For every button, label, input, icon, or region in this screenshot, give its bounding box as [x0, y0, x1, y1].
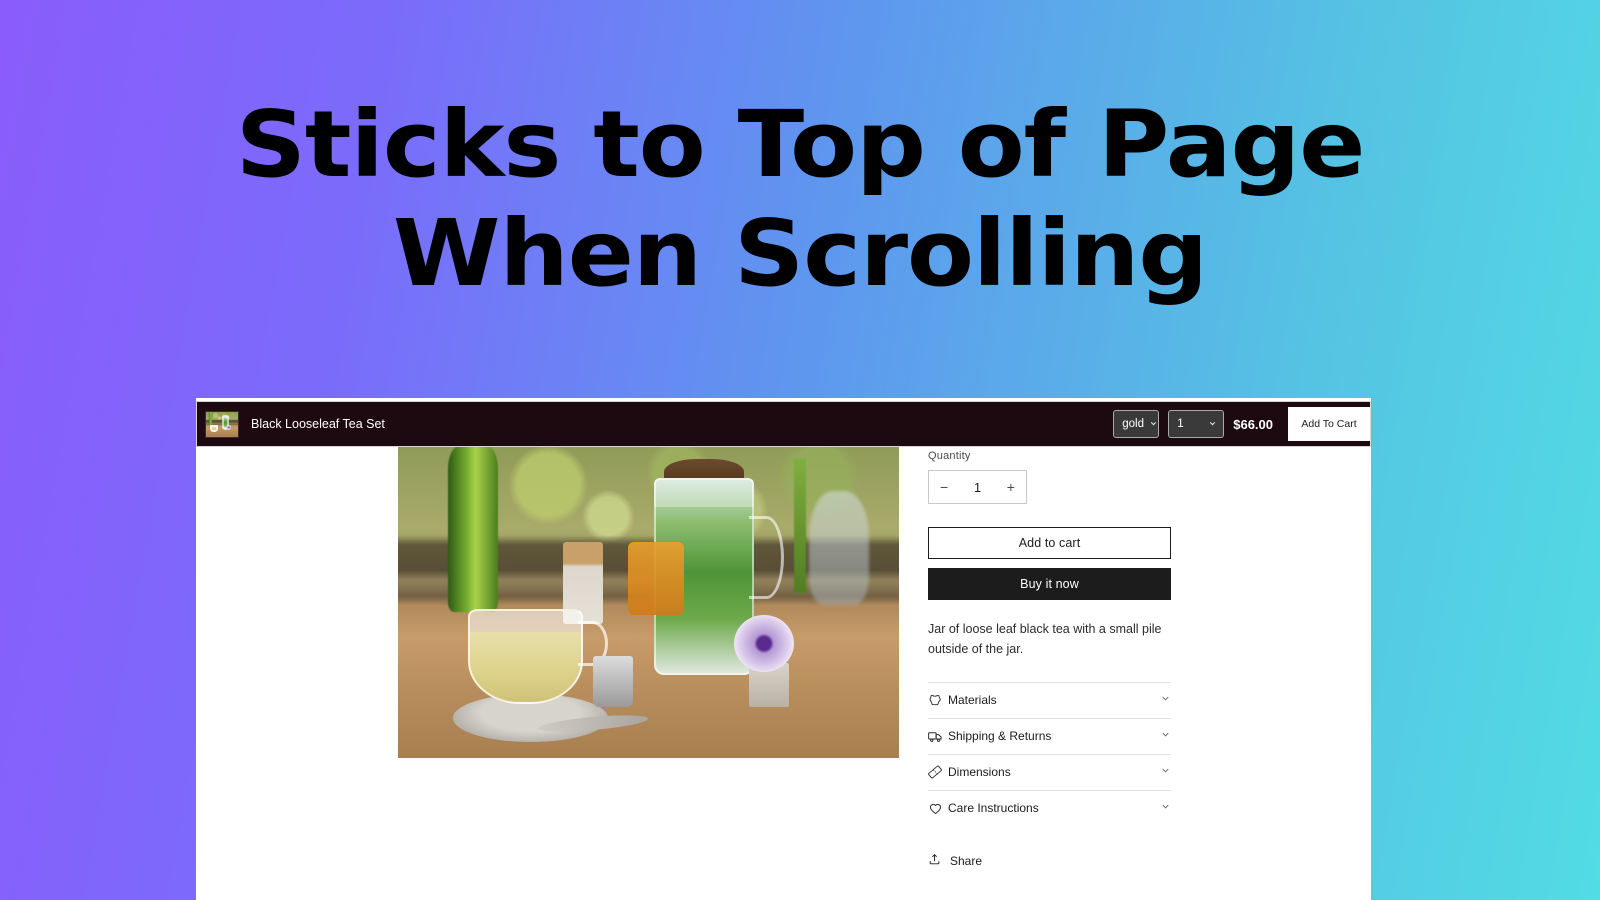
chevron-down-icon — [1208, 419, 1217, 430]
chevron-down-icon — [1160, 765, 1171, 779]
ruler-icon — [928, 765, 948, 779]
truck-icon — [928, 729, 948, 744]
sticky-price: $66.00 — [1233, 416, 1273, 432]
photo-vase — [808, 490, 869, 606]
chevron-down-icon — [1160, 801, 1171, 815]
thumb-tea-cup — [210, 424, 218, 433]
chevron-down-icon — [1160, 729, 1171, 743]
share-icon — [928, 853, 941, 869]
product-image[interactable] — [398, 440, 899, 758]
sticky-product-title: Black Looseleaf Tea Set — [251, 417, 385, 431]
share-label: Share — [950, 853, 983, 868]
product-page-panel: Quantity − 1 + Add to cart Buy it now Ja… — [196, 398, 1371, 900]
hero-banner: Sticks to Top of Page When Scrolling — [0, 0, 1600, 400]
heart-icon — [928, 801, 948, 816]
sticky-quantity-select[interactable]: 1 — [1168, 410, 1225, 438]
quantity-label: Quantity — [928, 450, 971, 462]
photo-tea-cup — [468, 608, 584, 704]
sticky-bar-controls: gold 1 $66.00 Add To Cart — [1113, 402, 1370, 446]
quantity-decrement-button[interactable]: − — [940, 480, 948, 494]
photo-flower — [733, 614, 794, 673]
sticky-thumbnail-artwork — [206, 411, 238, 437]
page-title: Sticks to Top of Page When Scrolling — [235, 91, 1366, 307]
accordion-dimensions[interactable]: Dimensions — [928, 753, 1171, 790]
accordion-label: Dimensions — [948, 765, 1011, 779]
chevron-down-icon — [1149, 419, 1158, 430]
share-button[interactable]: Share — [928, 853, 1171, 869]
photo-jar-handle — [748, 516, 784, 599]
hide-icon — [928, 693, 948, 707]
chevron-down-icon — [1160, 693, 1171, 707]
sticky-add-to-cart-bar: Black Looseleaf Tea Set gold 1 $66.00 Ad… — [196, 401, 1371, 447]
product-description: Jar of loose leaf black tea with a small… — [928, 622, 1162, 657]
photo-green-bottle — [448, 446, 499, 612]
accordion-shipping-returns[interactable]: Shipping & Returns — [928, 717, 1171, 754]
thumb-flower — [227, 425, 232, 430]
sticky-variant-value: gold — [1122, 418, 1144, 430]
thumb-green-bottle — [209, 412, 213, 425]
photo-stem — [793, 459, 806, 593]
quantity-increment-button[interactable]: + — [1007, 480, 1015, 494]
accordion-care-instructions[interactable]: Care Instructions — [928, 789, 1171, 826]
product-info-column: Quantity − 1 + Add to cart Buy it now Ja… — [928, 450, 1171, 869]
add-to-cart-button[interactable]: Add to cart — [928, 527, 1171, 559]
buy-it-now-button[interactable]: Buy it now — [928, 568, 1171, 600]
photo-creamer — [593, 656, 634, 708]
sticky-quantity-value: 1 — [1177, 418, 1184, 430]
sticky-add-to-cart-button[interactable]: Add To Cart — [1288, 407, 1370, 441]
accordion-materials[interactable]: Materials — [928, 681, 1171, 718]
accordion-label: Materials — [948, 693, 997, 707]
product-photo-artwork — [398, 440, 899, 758]
accordion-label: Care Instructions — [948, 801, 1039, 815]
sticky-variant-select[interactable]: gold — [1113, 410, 1160, 438]
photo-amber-glass — [628, 541, 684, 615]
accordion-label: Shipping & Returns — [948, 729, 1052, 743]
quantity-stepper[interactable]: − 1 + — [928, 470, 1027, 504]
sticky-product-thumbnail[interactable] — [205, 410, 239, 438]
quantity-value: 1 — [973, 479, 982, 495]
